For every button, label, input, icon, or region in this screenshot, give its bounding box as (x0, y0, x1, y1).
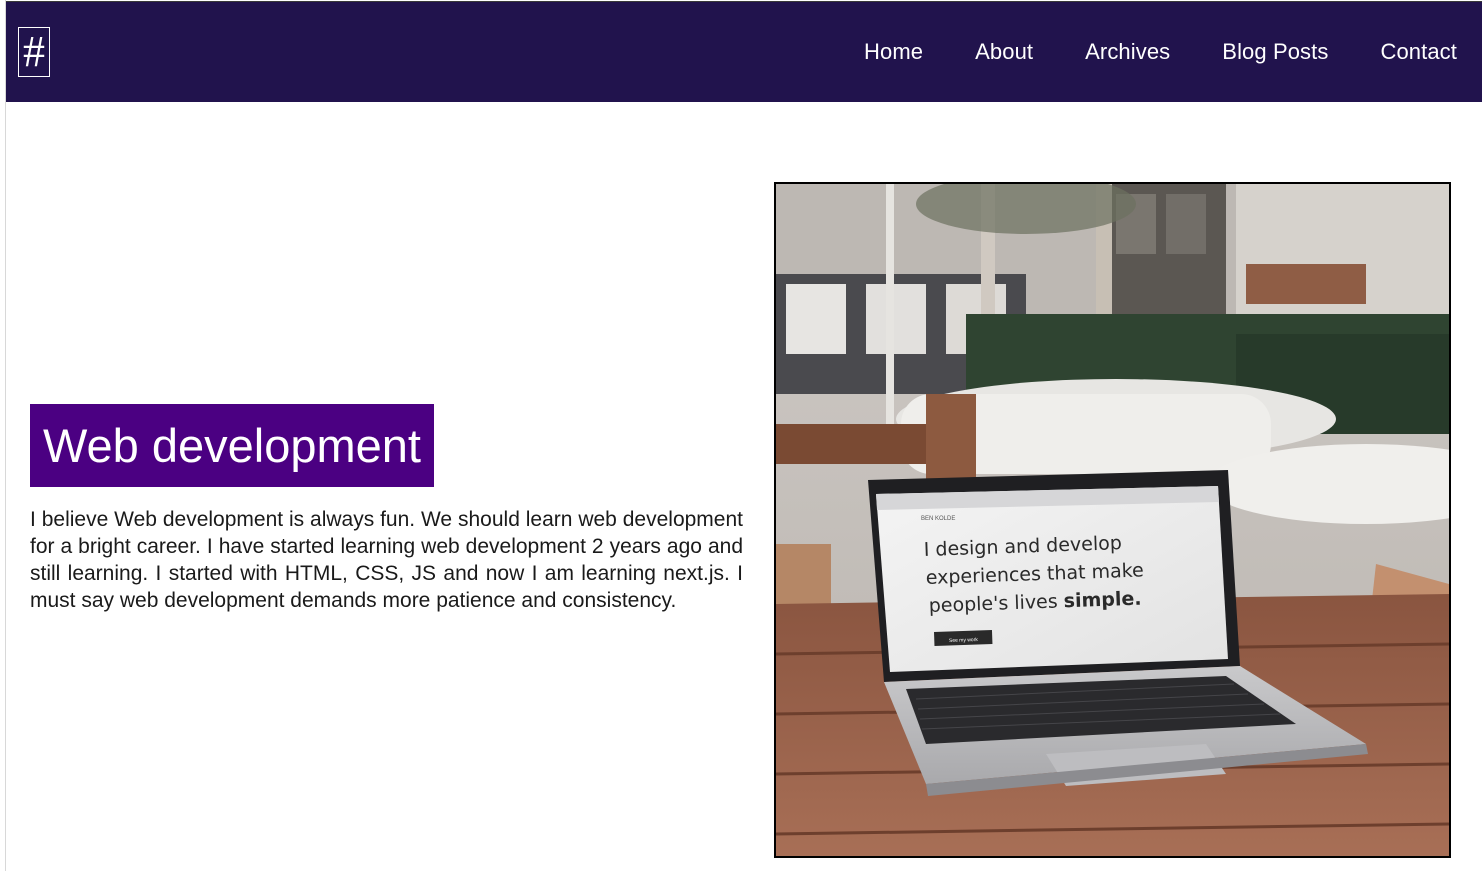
nav-link-home[interactable]: Home (864, 39, 923, 65)
nav-link-contact[interactable]: Contact (1380, 39, 1457, 65)
page: # Home About Archives Blog Posts Contact… (0, 0, 1483, 871)
nav-links: Home About Archives Blog Posts Contact (812, 2, 1457, 102)
laptop-on-table-illustration: BEN KOLDE I design and develop experienc… (776, 184, 1449, 856)
nav-link-blog-posts[interactable]: Blog Posts (1222, 39, 1328, 65)
logo-hash-icon[interactable]: # (18, 27, 50, 77)
hero-photo: BEN KOLDE I design and develop experienc… (774, 182, 1451, 858)
page-heading: Web development (30, 404, 434, 487)
nav-link-about[interactable]: About (975, 39, 1033, 65)
intro-paragraph: I believe Web development is always fun.… (30, 508, 743, 612)
left-edge (0, 0, 6, 871)
nav-link-archives[interactable]: Archives (1085, 39, 1170, 65)
screen-button: See my work (949, 637, 979, 644)
navbar: # Home About Archives Blog Posts Contact (6, 1, 1482, 102)
screen-brand: BEN KOLDE (921, 516, 955, 522)
